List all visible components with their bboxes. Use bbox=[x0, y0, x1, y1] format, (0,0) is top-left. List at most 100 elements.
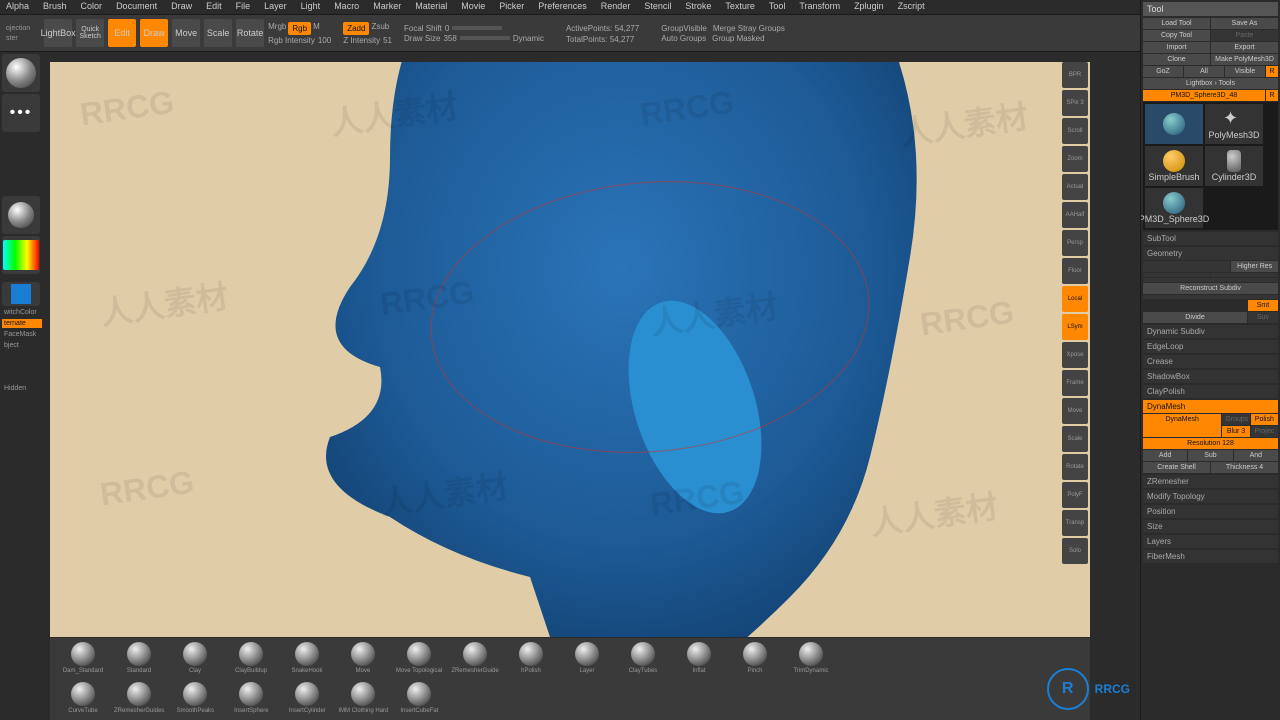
edit-button[interactable]: Edit bbox=[108, 19, 136, 47]
material-slot[interactable] bbox=[2, 196, 40, 234]
dynamic-toggle[interactable]: Dynamic bbox=[513, 34, 544, 43]
project-button[interactable]: Projec bbox=[1251, 426, 1278, 437]
merge-stray-button[interactable]: Merge Stray Groups bbox=[713, 24, 785, 33]
lower-res-button[interactable] bbox=[1143, 261, 1230, 272]
brush-insertsphere[interactable]: InsertSphere bbox=[226, 682, 276, 714]
focal-slider[interactable] bbox=[452, 26, 502, 30]
brush-claytubes[interactable]: ClayTubes bbox=[618, 642, 668, 674]
rtool-aahalf[interactable]: AAHalf bbox=[1062, 202, 1088, 228]
save-as-button[interactable]: Save As bbox=[1211, 18, 1278, 29]
tool-thumb-cylinder[interactable]: Cylinder3D bbox=[1205, 146, 1263, 186]
brush-insertcubefat[interactable]: InsertCubeFat bbox=[394, 682, 444, 714]
lightbox-button[interactable]: LightBox bbox=[44, 19, 72, 47]
switchcolor-label[interactable]: witchColor bbox=[2, 308, 42, 317]
shadowbox-header[interactable]: ShadowBox bbox=[1143, 370, 1278, 383]
scale-button[interactable]: Scale bbox=[204, 19, 232, 47]
brush-curvetube[interactable]: CurveTube bbox=[58, 682, 108, 714]
menu-stencil[interactable]: Stencil bbox=[644, 1, 671, 13]
focal-shift-value[interactable]: 0 bbox=[445, 24, 449, 33]
all-button[interactable]: All bbox=[1184, 66, 1224, 77]
quicksketch-button[interactable]: Quick Sketch bbox=[76, 19, 104, 47]
menu-brush[interactable]: Brush bbox=[43, 1, 67, 13]
r-button[interactable]: R bbox=[1266, 66, 1278, 77]
tool-thumb-sphere[interactable]: PM3D_Sphere3D bbox=[1145, 188, 1203, 228]
add-button[interactable]: Add bbox=[1143, 450, 1187, 461]
rtool-lsym[interactable]: LSym bbox=[1062, 314, 1088, 340]
divide-button[interactable]: Divide bbox=[1143, 312, 1247, 323]
visible-button[interactable]: Visible bbox=[1225, 66, 1265, 77]
move-button[interactable]: Move bbox=[172, 19, 200, 47]
rtool-transp[interactable]: Transp bbox=[1062, 510, 1088, 536]
lightbox-tools-button[interactable]: Lightbox › Tools bbox=[1143, 78, 1278, 89]
draw-size-value[interactable]: 358 bbox=[443, 34, 456, 43]
m-button[interactable]: M bbox=[313, 22, 320, 35]
sub-button[interactable]: Sub bbox=[1188, 450, 1232, 461]
menu-zscript[interactable]: Zscript bbox=[898, 1, 925, 13]
paste-button[interactable]: Paste bbox=[1211, 30, 1278, 41]
rtool-actual[interactable]: Actual bbox=[1062, 174, 1088, 200]
crease-header[interactable]: Crease bbox=[1143, 355, 1278, 368]
brush-zremesherguide[interactable]: ZRemesherGuide bbox=[450, 642, 500, 674]
menu-draw[interactable]: Draw bbox=[171, 1, 192, 13]
groupvisible-button[interactable]: GroupVisible bbox=[661, 24, 707, 33]
dynamesh-header[interactable]: DynaMesh bbox=[1143, 400, 1278, 413]
smt-button[interactable]: Smt bbox=[1248, 300, 1278, 311]
menu-stroke[interactable]: Stroke bbox=[685, 1, 711, 13]
resolution-value[interactable]: Resolution 128 bbox=[1143, 438, 1278, 449]
tool-thumb-simplebrush[interactable]: SimpleBrush bbox=[1145, 146, 1203, 186]
menu-file[interactable]: File bbox=[236, 1, 251, 13]
rtool-xpose[interactable]: Xpose bbox=[1062, 342, 1088, 368]
rgb-intensity-value[interactable]: 100 bbox=[318, 36, 331, 45]
brush-dam_standard[interactable]: Dam_Standard bbox=[58, 642, 108, 674]
brush-snakehook[interactable]: SnakeHook bbox=[282, 642, 332, 674]
alternate-label[interactable]: ternate bbox=[2, 319, 42, 328]
rtool-scale[interactable]: Scale bbox=[1062, 426, 1088, 452]
position-header[interactable]: Position bbox=[1143, 505, 1278, 518]
brush-zremesherguides[interactable]: ZRemesherGuides bbox=[114, 682, 164, 714]
r-suffix[interactable]: R bbox=[1266, 90, 1278, 101]
rgb-button[interactable]: Rgb bbox=[288, 22, 311, 35]
dynamesh-button[interactable]: DynaMesh bbox=[1143, 414, 1221, 437]
menu-bar[interactable]: AlphaBrushColorDocumentDrawEditFileLayer… bbox=[0, 0, 1280, 14]
load-tool-button[interactable]: Load Tool bbox=[1143, 18, 1210, 29]
menu-render[interactable]: Render bbox=[601, 1, 631, 13]
autogroups-button[interactable]: Auto Groups bbox=[661, 34, 706, 43]
edgeloop-header[interactable]: EdgeLoop bbox=[1143, 340, 1278, 353]
rotate-button[interactable]: Rotate bbox=[236, 19, 264, 47]
brush-claybuildup[interactable]: ClayBuildup bbox=[226, 642, 276, 674]
brush-slot[interactable] bbox=[2, 54, 40, 92]
menu-edit[interactable]: Edit bbox=[206, 1, 222, 13]
blur-value[interactable]: Blur 3 bbox=[1222, 426, 1249, 437]
menu-marker[interactable]: Marker bbox=[373, 1, 401, 13]
higher-res-button[interactable]: Higher Res bbox=[1231, 261, 1278, 272]
brush-move-topological[interactable]: Move Topological bbox=[394, 642, 444, 674]
export-button[interactable]: Export bbox=[1211, 42, 1278, 53]
rtool-move[interactable]: Move bbox=[1062, 398, 1088, 424]
brush-move[interactable]: Move bbox=[338, 642, 388, 674]
brush-insertcylinder[interactable]: InsertCylinder bbox=[282, 682, 332, 714]
menu-macro[interactable]: Macro bbox=[334, 1, 359, 13]
menu-transform[interactable]: Transform bbox=[799, 1, 840, 13]
tool-thumb-active[interactable] bbox=[1145, 104, 1203, 144]
rtool-local[interactable]: Local bbox=[1062, 286, 1088, 312]
zremesher-header[interactable]: ZRemesher bbox=[1143, 475, 1278, 488]
geometry-header[interactable]: Geometry bbox=[1143, 247, 1278, 260]
groups-button[interactable]: Groups bbox=[1222, 414, 1249, 425]
menu-movie[interactable]: Movie bbox=[461, 1, 485, 13]
menu-tool[interactable]: Tool bbox=[769, 1, 786, 13]
claypolish-header[interactable]: ClayPolish bbox=[1143, 385, 1278, 398]
menu-material[interactable]: Material bbox=[415, 1, 447, 13]
del-lower[interactable] bbox=[1143, 273, 1210, 277]
import-button[interactable]: Import bbox=[1143, 42, 1210, 53]
layers-header[interactable]: Layers bbox=[1143, 535, 1278, 548]
facemask-label[interactable]: FaceMask bbox=[2, 330, 42, 339]
brush-smoothpeaks[interactable]: SmoothPeaks bbox=[170, 682, 220, 714]
and-button[interactable]: And bbox=[1234, 450, 1278, 461]
rtool-bpr[interactable]: BPR bbox=[1062, 62, 1088, 88]
group-masked-button[interactable]: Group Masked bbox=[712, 34, 764, 43]
zadd-button[interactable]: Zadd bbox=[343, 22, 369, 35]
object-label[interactable]: bject bbox=[2, 341, 42, 350]
rtool-polyf[interactable]: PolyF bbox=[1062, 482, 1088, 508]
brush-standard[interactable]: Standard bbox=[114, 642, 164, 674]
subtool-header[interactable]: SubTool bbox=[1143, 232, 1278, 245]
